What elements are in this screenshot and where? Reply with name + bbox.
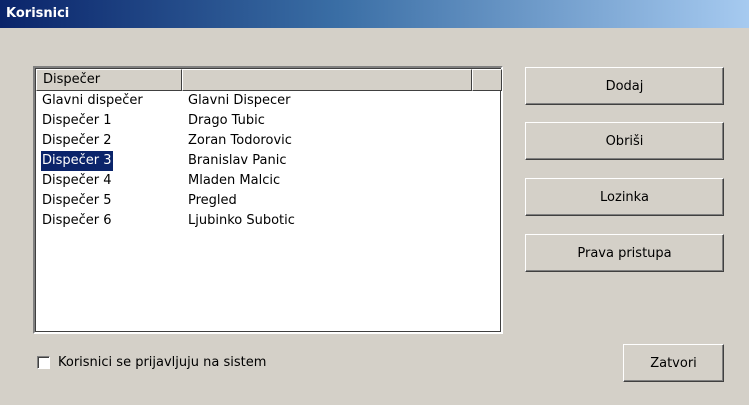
row-dispatcher: Dispečer 5 [42, 193, 112, 208]
add-button[interactable]: Dodaj [525, 67, 724, 105]
users-list[interactable]: Dispečer Glavni dispečer Glavni Dispecer… [33, 66, 503, 334]
password-button[interactable]: Lozinka [525, 178, 724, 216]
table-row[interactable]: Dispečer 5 Pregled [36, 191, 502, 211]
table-row[interactable]: Dispečer 1 Drago Tubic [36, 111, 502, 131]
column-header-name[interactable] [182, 69, 472, 91]
login-checkbox-row[interactable]: Korisnici se prijavljuju na sistem [37, 353, 266, 371]
row-user-name: Mladen Malcic [188, 173, 281, 188]
column-header-dispatcher[interactable]: Dispečer [36, 69, 182, 91]
close-button[interactable]: Zatvori [623, 344, 724, 382]
row-user-name: Zoran Todorovic [188, 133, 292, 148]
row-dispatcher: Dispečer 1 [42, 113, 112, 128]
title-bar[interactable]: Korisnici [0, 0, 749, 28]
list-header: Dispečer [36, 69, 502, 91]
row-dispatcher: Dispečer 2 [42, 133, 112, 148]
row-user-name: Drago Tubic [188, 113, 265, 128]
login-checkbox[interactable] [37, 355, 50, 369]
row-user-name: Branislav Panic [188, 153, 287, 168]
table-row[interactable]: Dispečer 2 Zoran Todorovic [36, 131, 502, 151]
users-list-frame: Dispečer Glavni dispečer Glavni Dispecer… [35, 68, 502, 332]
row-dispatcher: Dispečer 6 [42, 213, 112, 228]
row-dispatcher: Dispečer 4 [42, 173, 112, 188]
table-row[interactable]: Dispečer 4 Mladen Malcic [36, 171, 502, 191]
table-row-selected[interactable]: Dispečer 3 Branislav Panic [36, 150, 502, 172]
column-header-extra[interactable] [472, 69, 502, 91]
table-row[interactable]: Dispečer 6 Ljubinko Subotic [36, 211, 502, 231]
window-title: Korisnici [6, 6, 70, 21]
row-user-name: Glavni Dispecer [188, 93, 291, 108]
users-dialog: Korisnici Dispečer Glavni dispečer Glavn… [0, 0, 749, 405]
delete-button[interactable]: Obriši [525, 122, 724, 160]
row-user-name: Pregled [188, 193, 237, 208]
row-dispatcher: Glavni dispečer [42, 93, 143, 108]
row-dispatcher: Dispečer 3 [40, 150, 114, 172]
permissions-button[interactable]: Prava pristupa [525, 234, 724, 272]
table-row[interactable]: Glavni dispečer Glavni Dispecer [36, 91, 502, 111]
login-checkbox-label: Korisnici se prijavljuju na sistem [58, 354, 267, 370]
row-user-name: Ljubinko Subotic [188, 213, 295, 228]
